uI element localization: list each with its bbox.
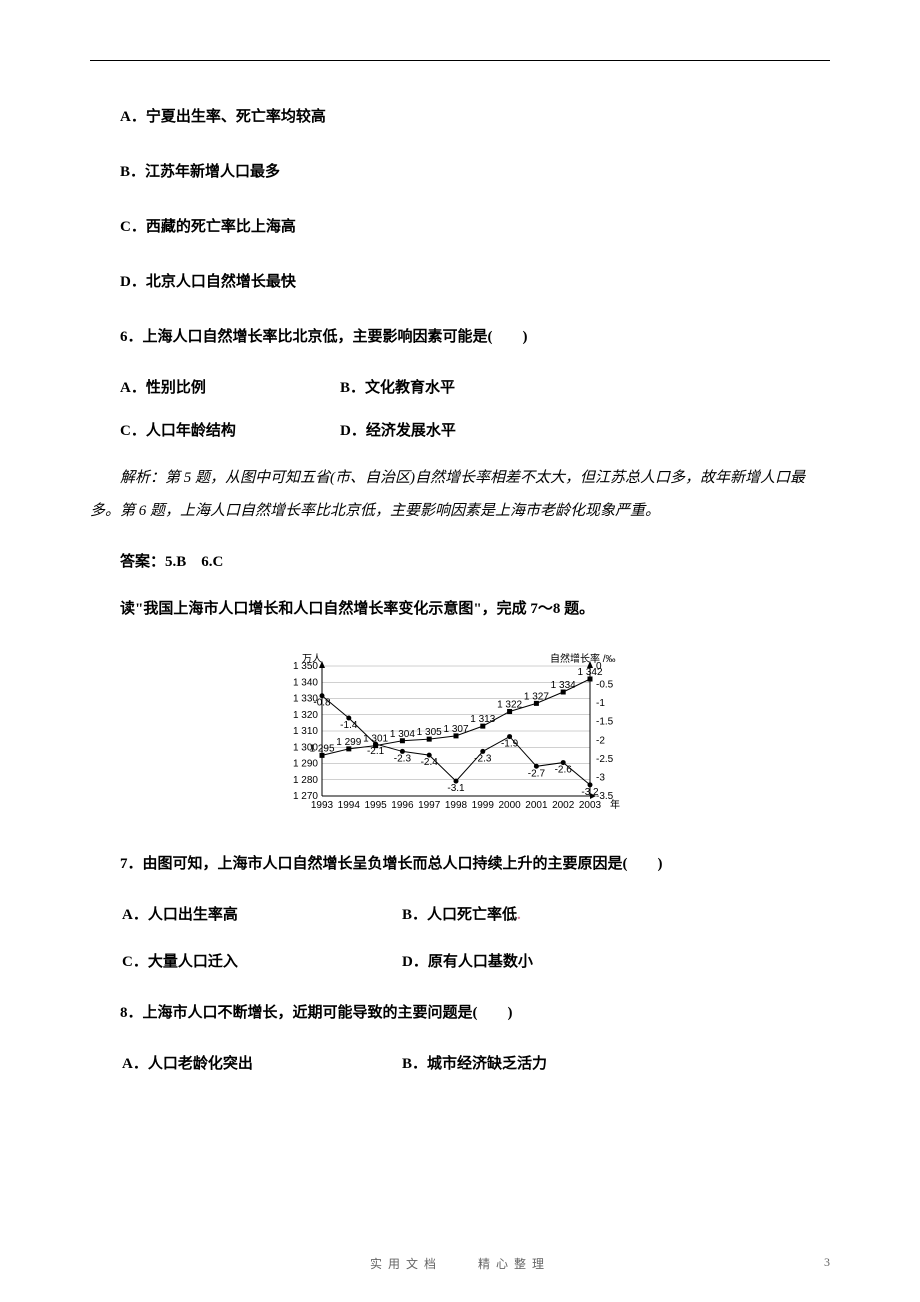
svg-text:-3: -3 xyxy=(596,772,605,783)
answer-5-6: 答案：5.B 6.C xyxy=(90,550,830,571)
q6-stem: 6．上海人口自然增长率比北京低，主要影响因素可能是( ) xyxy=(90,321,830,354)
svg-text:1 320: 1 320 xyxy=(293,710,318,721)
svg-text:-1: -1 xyxy=(596,698,605,709)
svg-text:-1.5: -1.5 xyxy=(596,717,614,728)
q5-option-d: D．北京人口自然增长最快 xyxy=(90,266,830,299)
svg-text:1997: 1997 xyxy=(418,800,441,811)
q6-option-d: D．经济发展水平 xyxy=(340,419,560,440)
svg-text:-2.5: -2.5 xyxy=(596,754,614,765)
q5-option-a: A．宁夏出生率、死亡率均较高 xyxy=(90,101,830,134)
svg-text:1 295: 1 295 xyxy=(309,743,334,754)
svg-text:1 322: 1 322 xyxy=(497,700,522,711)
svg-text:-2.1: -2.1 xyxy=(367,746,385,757)
svg-text:-3.2: -3.2 xyxy=(581,787,599,798)
q7-option-c: C．大量人口迁入 xyxy=(122,950,402,971)
q5-option-c: C．西藏的死亡率比上海高 xyxy=(90,211,830,244)
svg-text:-2.6: -2.6 xyxy=(555,765,573,776)
svg-text:-0.8: -0.8 xyxy=(313,698,331,709)
footer-center: 实用文档 精心整理 xyxy=(370,1255,550,1272)
svg-text:-2.7: -2.7 xyxy=(528,768,546,779)
shanghai-population-chart: 1 2701 2801 2901 3001 3101 3201 3301 340… xyxy=(280,648,640,818)
svg-text:1 342: 1 342 xyxy=(577,667,602,678)
svg-text:年: 年 xyxy=(610,798,620,811)
svg-text:2003: 2003 xyxy=(579,800,602,811)
svg-text:1999: 1999 xyxy=(472,800,495,811)
svg-text:1 340: 1 340 xyxy=(293,677,318,688)
q7-stem: 7．由图可知，上海市人口自然增长呈负增长而总人口持续上升的主要原因是( ) xyxy=(90,848,830,881)
svg-text:1993: 1993 xyxy=(311,800,334,811)
page: A．宁夏出生率、死亡率均较高 B．江苏年新增人口最多 C．西藏的死亡率比上海高 … xyxy=(0,0,920,1302)
svg-text:-2.3: -2.3 xyxy=(474,753,492,764)
explanation-5-6: 解析：第 5 题，从图中可知五省(市、自治区)自然增长率相差不太大，但江苏总人口… xyxy=(90,462,830,528)
svg-text:1 290: 1 290 xyxy=(293,759,318,770)
chart-container: 1 2701 2801 2901 3001 3101 3201 3301 340… xyxy=(90,648,830,818)
q5-option-b: B．江苏年新增人口最多 xyxy=(90,156,830,189)
q7-option-b: B．人口死亡率低. xyxy=(402,903,521,924)
svg-text:1998: 1998 xyxy=(445,800,468,811)
footer-page-number: 3 xyxy=(824,1255,830,1270)
svg-text:-1.4: -1.4 xyxy=(340,720,358,731)
q7-options: A．人口出生率高 B．人口死亡率低. C．大量人口迁入 D．原有人口基数小 xyxy=(90,903,830,971)
svg-text:1996: 1996 xyxy=(391,800,414,811)
q7-option-d: D．原有人口基数小 xyxy=(402,950,533,971)
svg-text:1 299: 1 299 xyxy=(336,737,361,748)
svg-text:-2.3: -2.3 xyxy=(394,753,412,764)
svg-text:万人: 万人 xyxy=(302,653,322,665)
svg-text:1 304: 1 304 xyxy=(390,729,415,740)
svg-text:-3.1: -3.1 xyxy=(447,783,465,794)
top-rule xyxy=(90,60,830,61)
q7-option-a: A．人口出生率高 xyxy=(122,903,402,924)
svg-text:-0.5: -0.5 xyxy=(596,680,614,691)
svg-text:自然增长率 /‰: 自然增长率 /‰ xyxy=(550,652,616,665)
svg-text:1 313: 1 313 xyxy=(470,714,495,725)
q6-option-b: B．文化教育水平 xyxy=(340,376,560,397)
svg-text:1 310: 1 310 xyxy=(293,726,318,737)
svg-text:-2: -2 xyxy=(596,735,605,746)
pink-dot-icon: . xyxy=(517,907,521,923)
q8-option-b: B．城市经济缺乏活力 xyxy=(402,1052,547,1073)
q6-options-row1: A．性别比例 B．文化教育水平 xyxy=(90,376,830,397)
svg-text:1 280: 1 280 xyxy=(293,775,318,786)
q6-option-a: A．性别比例 xyxy=(120,376,340,397)
q8-options: A．人口老龄化突出 B．城市经济缺乏活力 xyxy=(90,1052,830,1073)
svg-text:2002: 2002 xyxy=(552,800,575,811)
q6-options-row2: C．人口年龄结构 D．经济发展水平 xyxy=(90,419,830,440)
page-footer: 实用文档 精心整理 3 xyxy=(0,1255,920,1272)
q8-option-a: A．人口老龄化突出 xyxy=(122,1052,402,1073)
svg-text:1995: 1995 xyxy=(364,800,387,811)
svg-text:-2.4: -2.4 xyxy=(421,757,439,768)
intro-7-8: 读"我国上海市人口增长和人口自然增长率变化示意图"，完成 7～8 题。 xyxy=(90,593,830,626)
svg-text:2001: 2001 xyxy=(525,800,548,811)
svg-text:1 305: 1 305 xyxy=(417,727,442,738)
svg-text:1 327: 1 327 xyxy=(524,691,549,702)
svg-text:1994: 1994 xyxy=(338,800,361,811)
q8-stem: 8．上海市人口不断增长，近期可能导致的主要问题是( ) xyxy=(90,997,830,1030)
svg-text:1 307: 1 307 xyxy=(443,724,468,735)
svg-text:1 334: 1 334 xyxy=(551,680,576,691)
q6-option-c: C．人口年龄结构 xyxy=(120,419,340,440)
svg-text:2000: 2000 xyxy=(498,800,521,811)
svg-text:-1.9: -1.9 xyxy=(501,739,519,750)
